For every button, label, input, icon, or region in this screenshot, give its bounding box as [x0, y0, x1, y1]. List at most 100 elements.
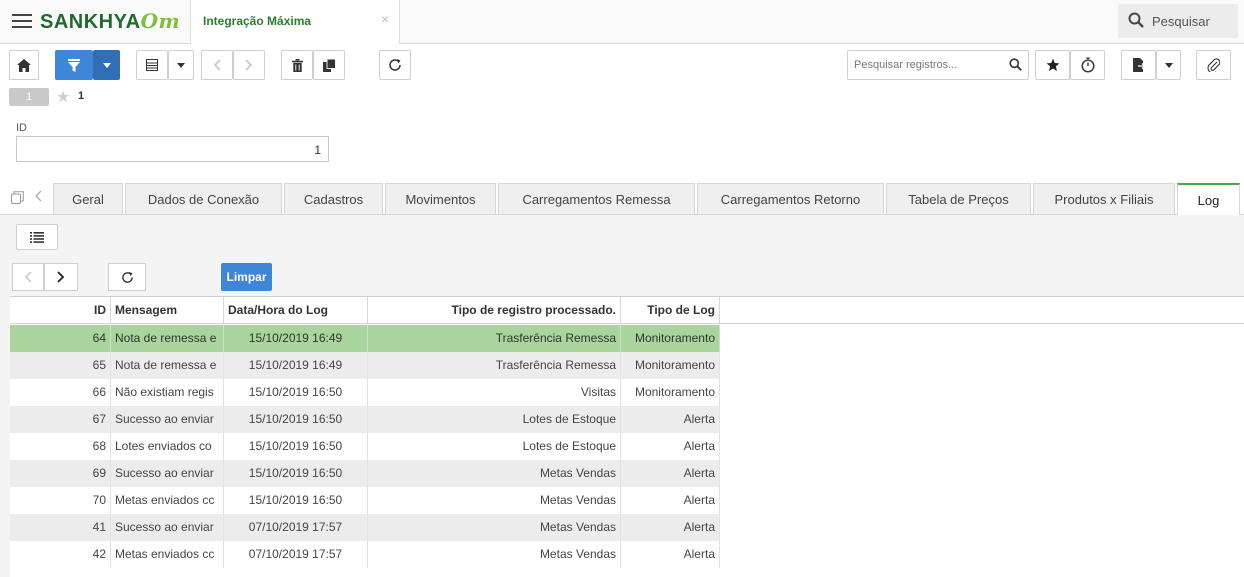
close-icon[interactable]: × [381, 11, 389, 27]
cell-mensagem[interactable]: Sucesso ao enviar [111, 460, 224, 487]
view-mode-dropdown[interactable] [168, 50, 194, 80]
cell-tipo-registro[interactable]: Visitas [368, 379, 621, 406]
home-button[interactable] [9, 50, 39, 80]
previous-record-button[interactable] [201, 50, 233, 80]
cell-mensagem[interactable]: Sucesso ao enviar [111, 406, 224, 433]
cell-datahora[interactable]: 15/10/2019 16:49 [224, 325, 368, 352]
table-row[interactable]: 66 Não existiam regis 15/10/2019 16:50 Visi… [10, 379, 720, 406]
filter-button[interactable] [55, 50, 93, 80]
cell-id[interactable]: 67 [10, 406, 111, 433]
tab-geral[interactable]: Geral [53, 183, 123, 214]
cell-mensagem[interactable]: Metas enviados cc [111, 487, 224, 514]
cell-tipo-registro[interactable]: Metas Vendas [368, 541, 621, 568]
cell-mensagem[interactable]: Não existiam regis [111, 379, 224, 406]
cell-datahora[interactable]: 15/10/2019 16:50 [224, 406, 368, 433]
cell-tipo-log[interactable]: Monitoramento [621, 379, 720, 406]
refresh-button[interactable] [379, 50, 411, 80]
cell-tipo-registro[interactable]: Lotes de Estoque [368, 433, 621, 460]
app-tab-integracao-maxima[interactable]: Integração Máxima × [190, 0, 400, 44]
table-row[interactable]: 65 Nota de remessa e 15/10/2019 16:49 Trasf… [10, 352, 720, 379]
record-search[interactable] [847, 50, 1029, 80]
tab-cadastros[interactable]: Cadastros [284, 183, 383, 214]
search-icon[interactable] [1009, 58, 1022, 71]
table-row[interactable]: 64 Nota de remessa e 15/10/2019 16:49 Trasf… [10, 325, 720, 352]
cell-id[interactable]: 41 [10, 514, 111, 541]
next-record-button[interactable] [233, 50, 265, 80]
cell-tipo-log[interactable]: Alerta [621, 514, 720, 541]
cell-tipo-log[interactable]: Alerta [621, 433, 720, 460]
column-header-mensagem[interactable]: Mensagem [111, 297, 224, 324]
tab-carregamentos-retorno[interactable]: Carregamentos Retorno [697, 183, 884, 214]
column-header-datahora[interactable]: Data/Hora do Log [224, 297, 368, 324]
table-row[interactable]: 42 Metas enviados cc 07/10/2019 17:57 Metas… [10, 541, 720, 568]
cell-datahora[interactable]: 15/10/2019 16:50 [224, 379, 368, 406]
delete-button[interactable] [281, 50, 313, 80]
tabs-overview-icon[interactable] [11, 191, 24, 207]
cell-id[interactable]: 70 [10, 487, 111, 514]
cell-tipo-log[interactable]: Alerta [621, 460, 720, 487]
sankhya-logo: SANKHYAOm [40, 9, 181, 33]
table-row[interactable]: 41 Sucesso ao enviar 07/10/2019 17:57 Metas… [10, 514, 720, 541]
favorite-button[interactable] [1035, 50, 1070, 80]
cell-id[interactable]: 65 [10, 352, 111, 379]
cell-tipo-log[interactable]: Alerta [621, 406, 720, 433]
view-mode-button[interactable] [136, 50, 168, 80]
tab-tabela-de-precos[interactable]: Tabela de Preços [886, 183, 1031, 214]
id-field[interactable]: 1 [16, 136, 329, 162]
cell-mensagem[interactable]: Metas enviados cc [111, 541, 224, 568]
cell-tipo-log[interactable]: Monitoramento [621, 352, 720, 379]
grid-options-button[interactable] [16, 224, 58, 250]
cell-mensagem[interactable]: Nota de remessa e [111, 352, 224, 379]
cell-tipo-registro[interactable]: Trasferência Remessa [368, 325, 621, 352]
column-header-tipo-registro[interactable]: Tipo de registro processado. [368, 297, 621, 324]
cell-mensagem[interactable]: Nota de remessa e [111, 325, 224, 352]
table-row[interactable]: 69 Sucesso ao enviar 15/10/2019 16:50 Metas… [10, 460, 720, 487]
chevron-left-icon[interactable] [34, 190, 42, 205]
cell-id[interactable]: 42 [10, 541, 111, 568]
cell-mensagem[interactable]: Lotes enviados co [111, 433, 224, 460]
refresh-icon [121, 271, 133, 283]
export-button[interactable] [1121, 50, 1156, 80]
global-search-button[interactable]: Pesquisar [1118, 4, 1238, 38]
column-header-tipo-log[interactable]: Tipo de Log [621, 297, 720, 324]
table-row[interactable]: 68 Lotes enviados co 15/10/2019 16:50 Lotes… [10, 433, 720, 460]
tab-movimentos[interactable]: Movimentos [385, 183, 496, 214]
cell-datahora[interactable]: 07/10/2019 17:57 [224, 541, 368, 568]
tab-log[interactable]: Log [1177, 183, 1240, 215]
record-search-input[interactable] [852, 55, 1002, 75]
next-page-button[interactable] [44, 263, 78, 291]
cell-id[interactable]: 68 [10, 433, 111, 460]
timer-button[interactable] [1070, 50, 1105, 80]
cell-id[interactable]: 69 [10, 460, 111, 487]
cell-id[interactable]: 66 [10, 379, 111, 406]
table-row[interactable]: 67 Sucesso ao enviar 15/10/2019 16:50 Lotes… [10, 406, 720, 433]
refresh-log-button[interactable] [108, 263, 146, 291]
cell-datahora[interactable]: 15/10/2019 16:50 [224, 433, 368, 460]
cell-datahora[interactable]: 15/10/2019 16:50 [224, 460, 368, 487]
cell-tipo-registro[interactable]: Metas Vendas [368, 460, 621, 487]
cell-tipo-registro[interactable]: Metas Vendas [368, 514, 621, 541]
tab-produtos-x-filiais[interactable]: Produtos x Filiais [1033, 183, 1175, 214]
tab-carregamentos-remessa[interactable]: Carregamentos Remessa [498, 183, 695, 214]
export-dropdown[interactable] [1156, 50, 1181, 80]
duplicate-button[interactable] [313, 50, 345, 80]
cell-datahora[interactable]: 15/10/2019 16:50 [224, 487, 368, 514]
cell-datahora[interactable]: 15/10/2019 16:49 [224, 352, 368, 379]
cell-tipo-log[interactable]: Monitoramento [621, 325, 720, 352]
cell-id[interactable]: 64 [10, 325, 111, 352]
column-header-id[interactable]: ID [10, 297, 111, 324]
cell-tipo-registro[interactable]: Metas Vendas [368, 487, 621, 514]
cell-tipo-log[interactable]: Alerta [621, 541, 720, 568]
cell-tipo-registro[interactable]: Lotes de Estoque [368, 406, 621, 433]
tab-dados-de-conexao[interactable]: Dados de Conexão [125, 183, 282, 214]
cell-datahora[interactable]: 07/10/2019 17:57 [224, 514, 368, 541]
menu-icon[interactable] [12, 13, 32, 29]
cell-mensagem[interactable]: Sucesso ao enviar [111, 514, 224, 541]
filter-dropdown-button[interactable] [93, 50, 120, 80]
cell-tipo-log[interactable]: Alerta [621, 487, 720, 514]
cell-tipo-registro[interactable]: Trasferência Remessa [368, 352, 621, 379]
previous-page-button[interactable] [12, 263, 44, 291]
table-row[interactable]: 70 Metas enviados cc 15/10/2019 16:50 Metas… [10, 487, 720, 514]
clear-log-button[interactable]: Limpar [221, 263, 272, 291]
attachment-button[interactable] [1196, 50, 1231, 80]
